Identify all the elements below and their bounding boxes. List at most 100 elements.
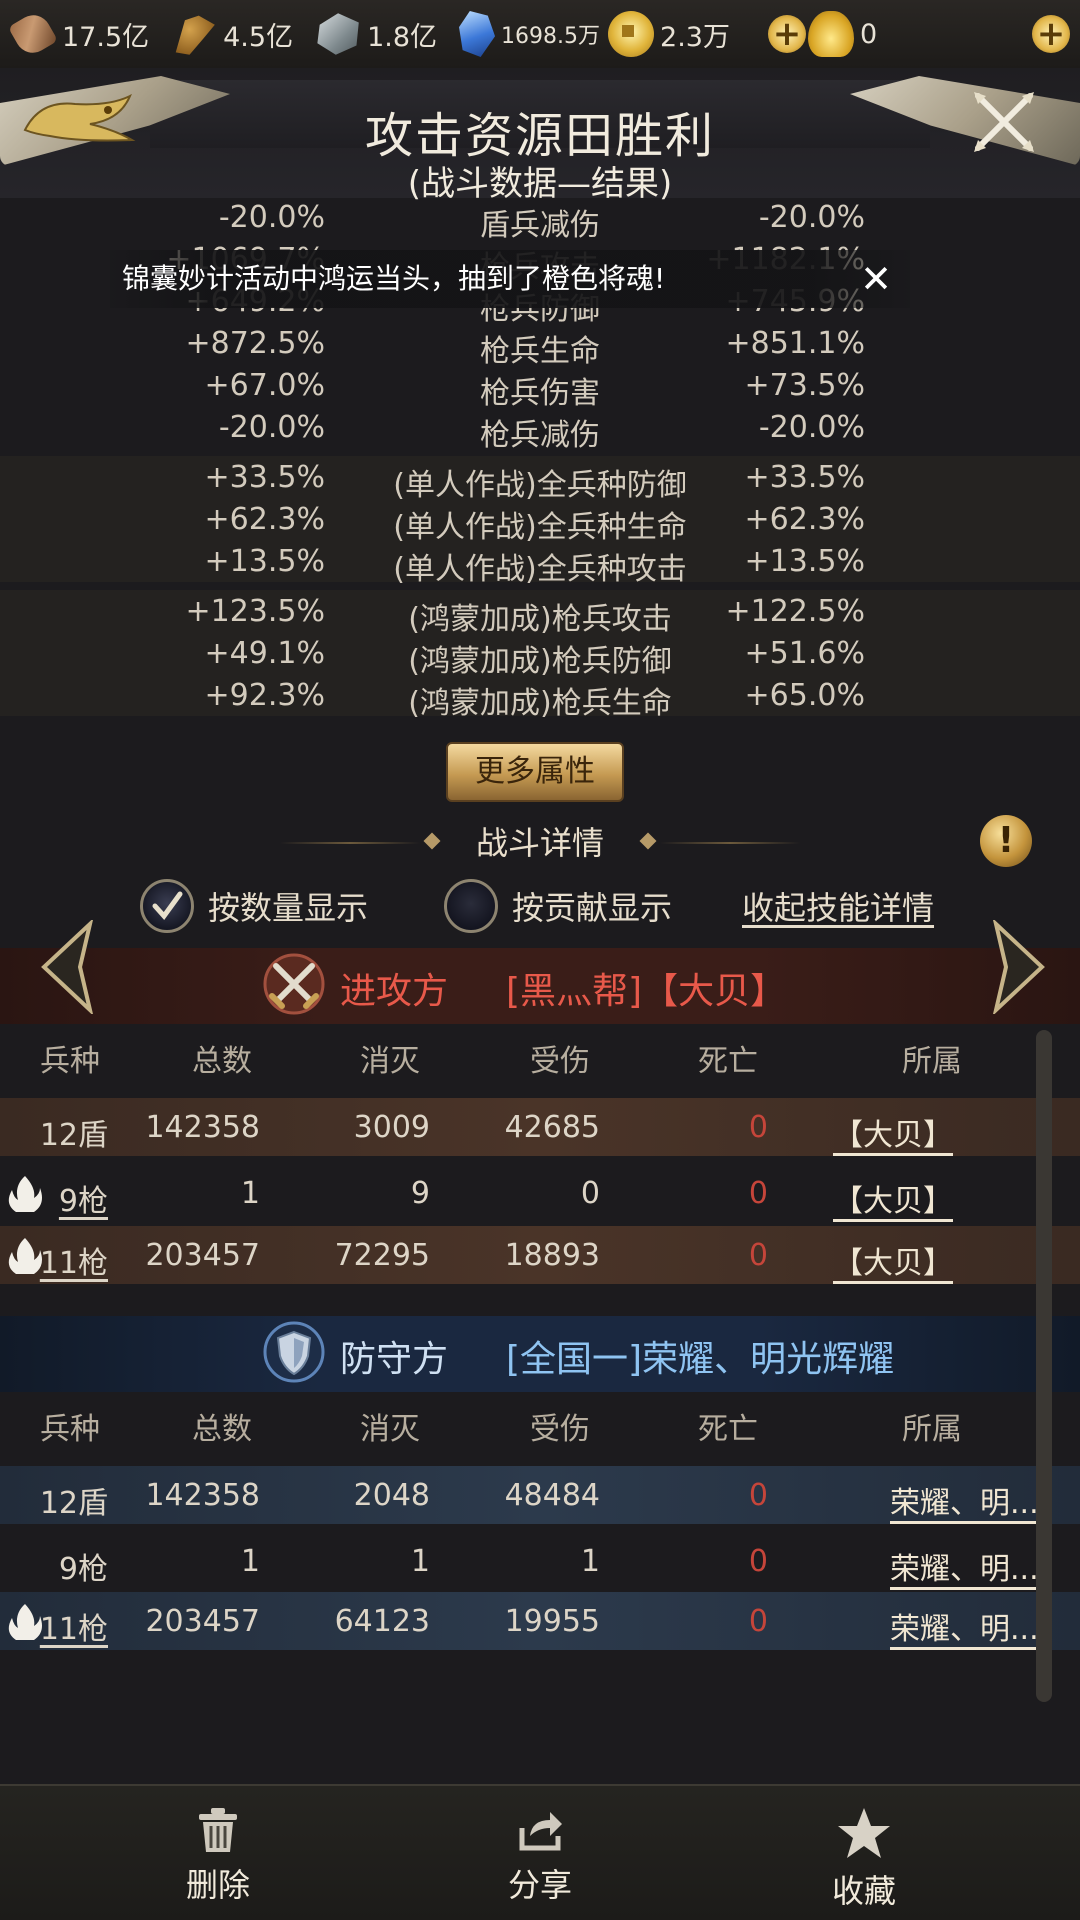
col-dead: 死亡 <box>698 1412 758 1447</box>
stat-row: +13.5% (单人作战)全兵种攻击 +13.5% <box>0 540 1080 587</box>
share-button[interactable]: 分享 <box>440 1806 640 1906</box>
troop-kill: 9 <box>410 1176 430 1211</box>
troop-kill: 3009 <box>353 1110 430 1145</box>
troop-type: 9枪 <box>58 1552 108 1587</box>
stat-row: +92.3% (鸿蒙加成)枪兵生命 +65.0% <box>0 674 1080 721</box>
resource-coin-value: 2.3万 <box>660 21 730 53</box>
stat-group-bonus: +123.5% (鸿蒙加成)枪兵攻击 +122.5% +49.1% (鸿蒙加成)枪兵防… <box>0 590 1080 721</box>
troop-dead: 0 <box>748 1176 768 1211</box>
troop-total: 142358 <box>145 1478 260 1513</box>
previous-arrow-icon[interactable] <box>36 920 96 1014</box>
stat-row: -20.0% 盾兵减伤 -20.0% <box>0 196 1080 243</box>
option-by-contribution[interactable]: 按贡献显示 <box>444 878 672 934</box>
troop-dead: 0 <box>748 1604 768 1639</box>
troop-owner-link[interactable]: 【大贝】 <box>833 1176 953 1220</box>
resource-gold-value: 0 <box>859 18 878 50</box>
option-by-count[interactable]: 按数量显示 <box>140 878 368 934</box>
report-header: 攻击资源田胜利 (战斗数据—结果) <box>0 68 1080 204</box>
col-hurt: 受伤 <box>530 1044 590 1079</box>
add-gold-plus-icon[interactable]: + <box>767 15 806 53</box>
table-row: 11枪 203457 64123 19955 0 荣耀、明... <box>0 1592 1080 1650</box>
troop-owner-link[interactable]: 【大贝】 <box>833 1110 953 1154</box>
stat-group-solo: +33.5% (单人作战)全兵种防御 +33.5% +62.3% (单人作战)全兵种生… <box>0 456 1080 587</box>
troop-dead: 0 <box>748 1544 768 1579</box>
favorite-label: 收藏 <box>831 1872 896 1910</box>
defender-value: +73.5% <box>744 368 865 403</box>
resource-coin: 2.3万 <box>608 11 730 57</box>
coin-icon <box>608 11 655 57</box>
resource-gold: + 0 <box>767 11 878 57</box>
radio-unchecked-icon[interactable] <box>444 879 498 933</box>
grain-icon <box>175 15 215 55</box>
battle-detail-title: 战斗详情 <box>475 824 604 862</box>
stat-row: +123.5% (鸿蒙加成)枪兵攻击 +122.5% <box>0 590 1080 637</box>
scrollbar[interactable] <box>1036 1030 1052 1702</box>
resource-wood-value: 17.5亿 <box>62 21 150 53</box>
add-resource-plus-icon[interactable]: + <box>1032 15 1070 53</box>
shield-icon <box>263 1321 325 1383</box>
flame-icon <box>8 1604 42 1640</box>
trash-icon <box>199 1808 237 1852</box>
defender-value: +62.3% <box>744 502 865 537</box>
troop-total: 142358 <box>145 1110 260 1145</box>
col-owner: 所属 <box>902 1412 962 1447</box>
defender-value: -20.0% <box>758 410 865 445</box>
troop-total: 1 <box>240 1544 260 1579</box>
option-by-count-label: 按数量显示 <box>208 889 369 927</box>
resource-gem: 1698.5万 <box>459 11 600 57</box>
checkbox-checked-icon[interactable] <box>140 879 194 933</box>
share-icon <box>519 1812 562 1851</box>
col-owner: 所属 <box>902 1044 962 1079</box>
troop-type-link[interactable]: 11枪 <box>40 1238 108 1282</box>
troop-type-link[interactable]: 11枪 <box>40 1604 108 1648</box>
troop-kill: 2048 <box>353 1478 430 1513</box>
troop-total: 1 <box>240 1176 260 1211</box>
toast-close-icon[interactable]: ✕ <box>860 250 892 308</box>
flame-icon <box>8 1238 42 1274</box>
resource-iron: 1.8亿 <box>315 11 437 57</box>
resource-gem-value: 1698.5万 <box>501 24 601 49</box>
iron-icon <box>317 13 359 55</box>
troop-owner-link[interactable]: 【大贝】 <box>833 1238 953 1282</box>
troop-total: 203457 <box>145 1604 260 1639</box>
info-icon[interactable]: ! <box>980 815 1032 867</box>
troop-kill: 1 <box>410 1544 430 1579</box>
next-arrow-icon[interactable] <box>990 920 1050 1014</box>
troop-hurt: 19955 <box>504 1604 600 1639</box>
attacker-table-header: 兵种 总数 消灭 受伤 死亡 所属 <box>0 1024 1040 1088</box>
stat-name: (单人作战)全兵种攻击 <box>393 552 687 587</box>
share-label: 分享 <box>507 1866 572 1904</box>
troop-hurt: 0 <box>580 1176 600 1211</box>
attacker-banner: 进攻方 [黑灬帮]【大贝】 <box>0 948 1080 1024</box>
troop-type: 12盾 <box>39 1118 108 1153</box>
col-kill: 消灭 <box>360 1044 420 1079</box>
stat-row: +872.5% 枪兵生命 +851.1% <box>0 322 1080 369</box>
stat-row: +33.5% (单人作战)全兵种防御 +33.5% <box>0 456 1080 503</box>
more-attributes-button[interactable]: 更多属性 <box>446 742 624 802</box>
delete-button[interactable]: 删除 <box>118 1806 318 1906</box>
defender-value: +13.5% <box>744 544 865 579</box>
table-row: 11枪 203457 72295 18893 0 【大贝】 <box>0 1226 1080 1284</box>
resource-bar: 17.5亿 4.5亿 1.8亿 1698.5万 2.3万 + 0 + <box>0 0 1080 68</box>
divider-right <box>660 842 800 844</box>
defender-value: -20.0% <box>758 200 865 235</box>
troop-owner-link[interactable]: 荣耀、明... <box>890 1544 1039 1588</box>
troop-dead: 0 <box>748 1238 768 1273</box>
stat-name: 枪兵减伤 <box>480 418 600 453</box>
crossed-swords-icon <box>263 953 325 1015</box>
attacker-label: 进攻方 <box>340 971 449 1012</box>
col-total: 总数 <box>192 1044 252 1079</box>
col-type: 兵种 <box>40 1412 100 1447</box>
resource-grain-value: 4.5亿 <box>223 21 294 53</box>
collapse-skill-details-link[interactable]: 收起技能详情 <box>742 878 934 934</box>
favorite-button[interactable]: 收藏 <box>764 1806 964 1912</box>
troop-dead: 0 <box>748 1478 768 1513</box>
stat-row: +49.1% (鸿蒙加成)枪兵防御 +51.6% <box>0 632 1080 679</box>
troop-type-link[interactable]: 9枪 <box>59 1176 108 1220</box>
flame-icon <box>8 1176 42 1212</box>
troop-owner-link[interactable]: 荣耀、明... <box>890 1478 1039 1522</box>
troop-owner-link[interactable]: 荣耀、明... <box>890 1604 1039 1648</box>
defender-label: 防守方 <box>340 1339 449 1380</box>
table-row: 12盾 142358 3009 42685 0 【大贝】 <box>0 1098 1080 1156</box>
defender-value: +122.5% <box>725 594 865 629</box>
